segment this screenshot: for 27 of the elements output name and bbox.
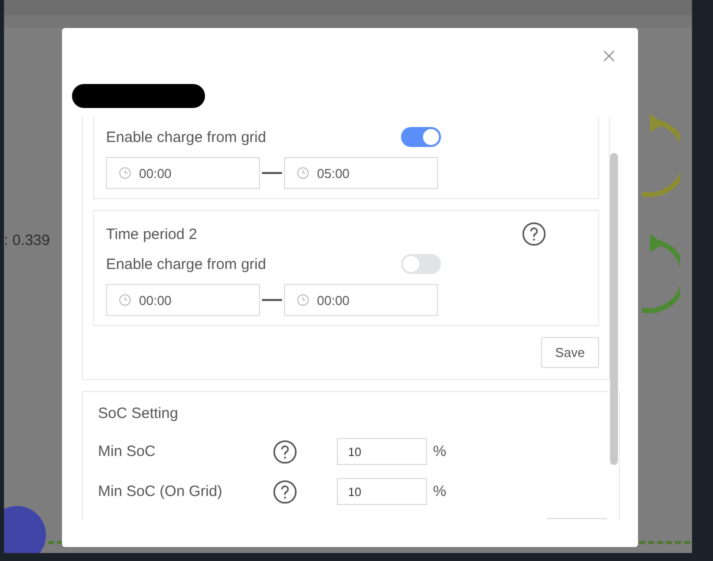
period-title: Time period 2: [106, 226, 198, 242]
enable-label: Enable charge from grid: [106, 256, 266, 272]
unit-label: %: [433, 443, 446, 460]
toggle-switch[interactable]: [401, 127, 441, 147]
field-label: Min SoC: [98, 443, 157, 460]
end-time-field[interactable]: 05:00: [284, 157, 438, 189]
field-label: Min SoC (On Grid): [98, 483, 224, 500]
clock-icon: [297, 167, 309, 179]
start-time-field[interactable]: 00:00: [106, 284, 260, 316]
clock-icon: [119, 167, 131, 179]
clock-icon: [297, 294, 309, 306]
end-time-field[interactable]: 00:00: [284, 284, 438, 316]
clock-icon: [119, 294, 131, 306]
toggle-switch[interactable]: [401, 254, 441, 274]
close-icon[interactable]: [603, 50, 615, 62]
start-time-field[interactable]: 00:00: [106, 157, 260, 189]
unit-label: %: [433, 483, 446, 500]
help-icon[interactable]: [522, 222, 546, 246]
enable-label: Enable charge from grid: [106, 128, 266, 146]
reading-value: : 0.339: [4, 232, 50, 249]
section-title: SoC Setting: [98, 404, 178, 422]
help-icon[interactable]: [273, 440, 297, 464]
soc-input[interactable]: 10: [337, 478, 427, 505]
soc-input[interactable]: 10: [337, 438, 427, 465]
help-icon[interactable]: [273, 480, 297, 504]
scrollbar[interactable]: [610, 153, 618, 465]
save-button[interactable]: Save: [541, 337, 599, 368]
